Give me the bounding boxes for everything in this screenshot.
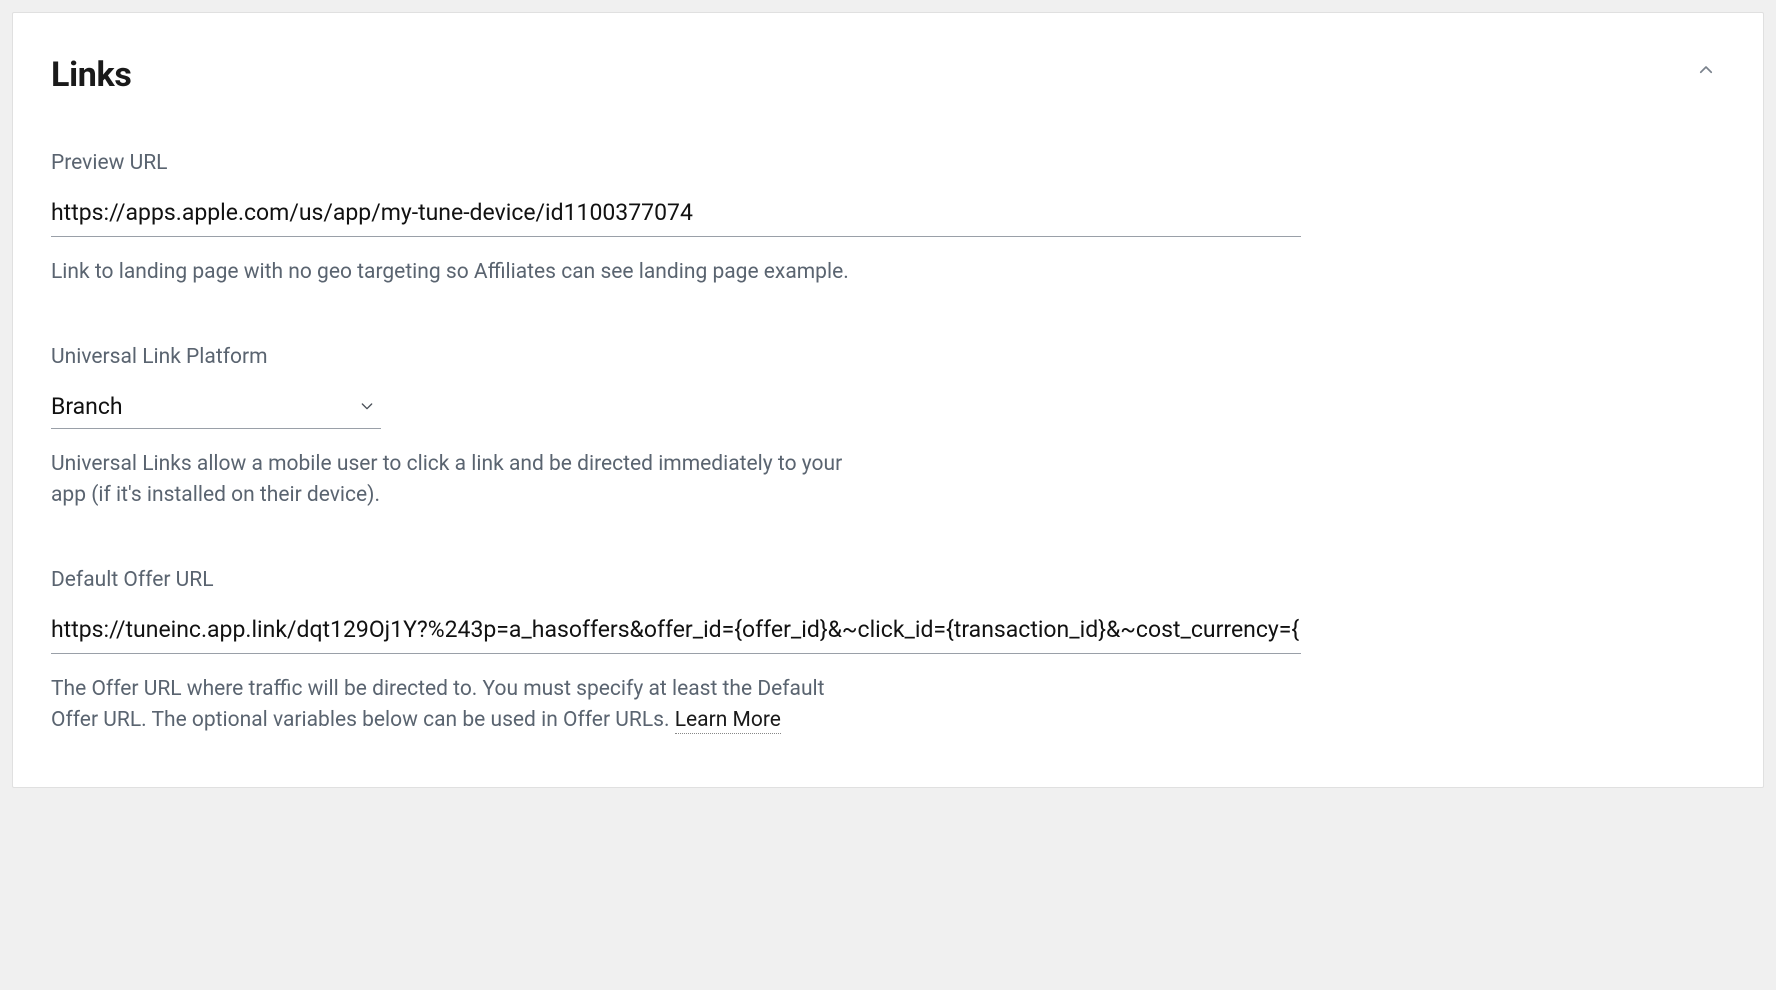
universal-link-selected-value: Branch bbox=[51, 393, 123, 420]
default-offer-url-help: The Offer URL where traffic will be dire… bbox=[51, 674, 841, 737]
preview-url-label: Preview URL bbox=[51, 151, 1301, 175]
preview-url-input[interactable] bbox=[51, 193, 1301, 237]
universal-link-help: Universal Links allow a mobile user to c… bbox=[51, 449, 861, 512]
default-offer-url-label: Default Offer URL bbox=[51, 568, 1301, 592]
default-offer-url-field-group: Default Offer URL The Offer URL where tr… bbox=[51, 568, 1301, 737]
links-section-card: Links Preview URL Link to landing page w… bbox=[12, 12, 1764, 788]
card-header: Links bbox=[51, 55, 1725, 95]
preview-url-field-group: Preview URL Link to landing page with no… bbox=[51, 151, 1301, 289]
universal-link-select[interactable]: Branch bbox=[51, 387, 381, 429]
learn-more-link[interactable]: Learn More bbox=[675, 708, 781, 734]
collapse-icon[interactable] bbox=[1697, 61, 1715, 79]
default-offer-url-input[interactable] bbox=[51, 610, 1301, 654]
preview-url-help: Link to landing page with no geo targeti… bbox=[51, 257, 1301, 289]
chevron-down-icon bbox=[359, 398, 375, 414]
universal-link-label: Universal Link Platform bbox=[51, 345, 1301, 369]
section-title: Links bbox=[51, 55, 132, 95]
universal-link-field-group: Universal Link Platform Branch Universal… bbox=[51, 345, 1301, 512]
